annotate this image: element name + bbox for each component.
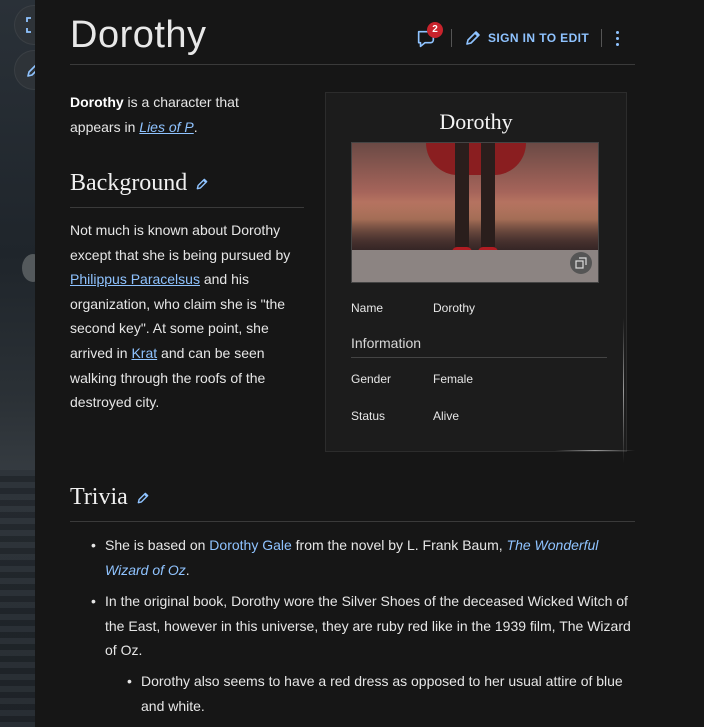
pencil-icon [466, 31, 480, 45]
article-content: Dorothy 2 SIGN IN TO EDIT Dorothy is a c… [35, 0, 704, 727]
intro-period: . [193, 119, 198, 135]
expand-image-icon [575, 257, 587, 269]
list-item: Dorothy also seems to have a red dress a… [127, 669, 635, 718]
dorothy-gale-link[interactable]: Dorothy Gale [209, 537, 291, 553]
expand-image-button[interactable] [570, 252, 592, 274]
title-divider [70, 64, 635, 65]
infobox-section-information: Information [351, 335, 422, 351]
kebab-menu-icon[interactable] [614, 30, 620, 46]
comments-button[interactable]: 2 [415, 22, 443, 50]
background-decoration [0, 0, 44, 727]
trivia-list: She is based on Dorothy Gale from the no… [91, 533, 635, 725]
decorative-sparkle [555, 450, 635, 451]
trivia-sub-list: Dorothy also seems to have a red dress a… [127, 669, 635, 718]
infobox-row-name: Name Dorothy [351, 301, 476, 315]
krat-link[interactable]: Krat [131, 345, 157, 361]
list-item: She is based on Dorothy Gale from the no… [91, 533, 635, 582]
page-title: Dorothy [70, 14, 207, 56]
list-item: In the original book, Dorothy wore the S… [91, 589, 635, 718]
background-paragraph: Not much is known about Dorothy except t… [70, 222, 291, 411]
comment-count-badge: 2 [427, 22, 443, 38]
page-actions: 2 SIGN IN TO EDIT [415, 22, 620, 52]
character-image[interactable] [351, 142, 599, 283]
sign-in-to-edit-button[interactable]: SIGN IN TO EDIT [464, 29, 589, 47]
edit-section-icon[interactable] [136, 491, 150, 505]
sign-in-label: SIGN IN TO EDIT [488, 31, 590, 45]
background-divider [70, 207, 304, 208]
philippus-paracelsus-link[interactable]: Philippus Paracelsus [70, 271, 200, 287]
divider [601, 29, 603, 47]
trivia-heading: Trivia [70, 484, 150, 511]
water-decoration [0, 470, 35, 727]
intro-bold: Dorothy [70, 94, 124, 110]
lies-of-p-link[interactable]: Lies of P [139, 119, 193, 135]
character-infobox: Dorothy Name Dorothy Information Gender Fe… [325, 92, 627, 452]
infobox-title: Dorothy [439, 109, 513, 134]
intro-paragraph: Dorothy is a character that appears in L… [70, 90, 290, 140]
divider [451, 29, 452, 47]
decorative-sparkle [623, 318, 624, 463]
trivia-divider [70, 521, 635, 522]
edit-section-icon[interactable] [195, 177, 209, 191]
background-heading: Background [70, 170, 209, 197]
infobox-divider [351, 357, 607, 358]
infobox-row-gender: Gender Female [351, 372, 474, 386]
infobox-row-status: Status Alive [351, 409, 460, 423]
